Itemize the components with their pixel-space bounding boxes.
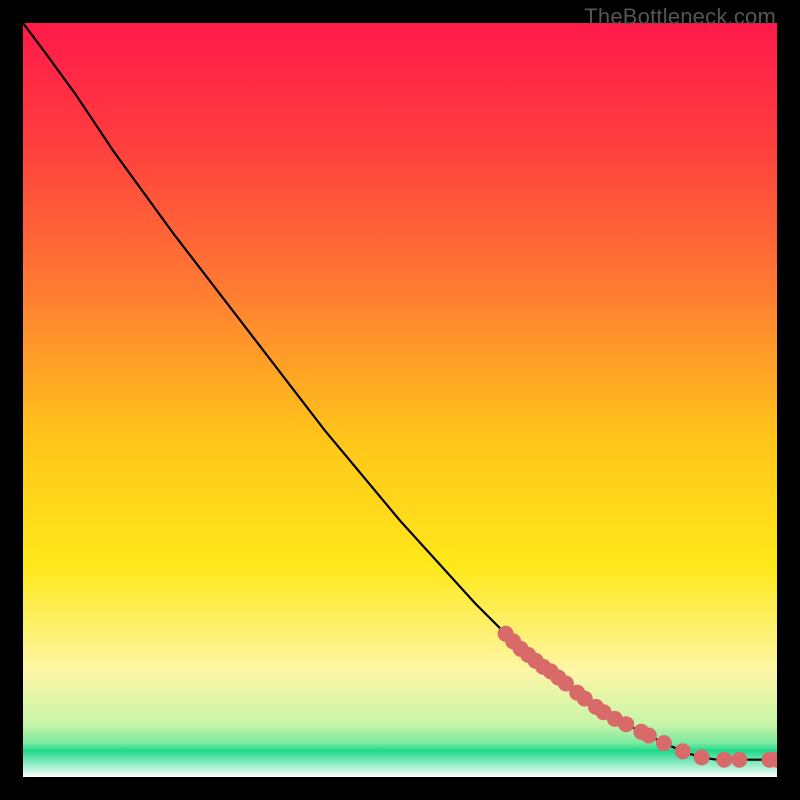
watermark-text: TheBottleneck.com [584,4,776,30]
chart-background-gradient [23,23,777,777]
chart-plot-area [23,23,777,777]
